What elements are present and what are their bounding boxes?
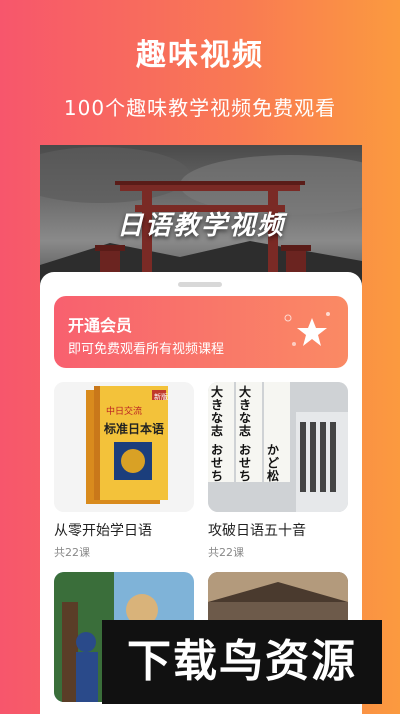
hero-text: 日语教学视频 (116, 211, 285, 241)
calligraphy-text-4: おせち (239, 443, 252, 483)
course-title-1[interactable]: 从零开始学日语 (54, 520, 152, 540)
star-icon (284, 312, 330, 346)
vip-banner[interactable]: 开通会员 即可免费观看所有视频课程 (54, 296, 348, 368)
vip-title: 开通会员 (68, 316, 133, 335)
book-cover-thumbnail (54, 382, 194, 512)
book-publisher: 中日交流 (106, 407, 143, 417)
book-title: 标准日本语 (104, 422, 165, 436)
calligraphy-text-3: おせち (211, 443, 224, 483)
page-subtitle: 100个趣味教学视频免费观看 (63, 96, 337, 120)
course-card-2[interactable]: 大きな志 大きな志 おせち おせち かど松 (208, 382, 348, 512)
watermark: 下载鸟资源 (102, 620, 382, 704)
drag-handle[interactable] (178, 282, 222, 287)
course-card-1[interactable]: 新版 中日交流 标准日本语 (54, 382, 194, 512)
course-count-2: 共22课 (208, 546, 244, 559)
calligraphy-text-2: 大きな志 (239, 385, 252, 438)
calligraphy-text-1: 大きな志 (211, 385, 224, 438)
vip-description: 即可免费观看所有视频课程 (68, 342, 225, 357)
calligraphy-text-5: かど松 (267, 443, 280, 483)
book-badge: 新版 (154, 393, 168, 401)
course-count-1: 共22课 (54, 546, 90, 559)
page-title: 趣味视频 (136, 38, 264, 73)
course-title-2[interactable]: 攻破日语五十音 (208, 520, 306, 540)
